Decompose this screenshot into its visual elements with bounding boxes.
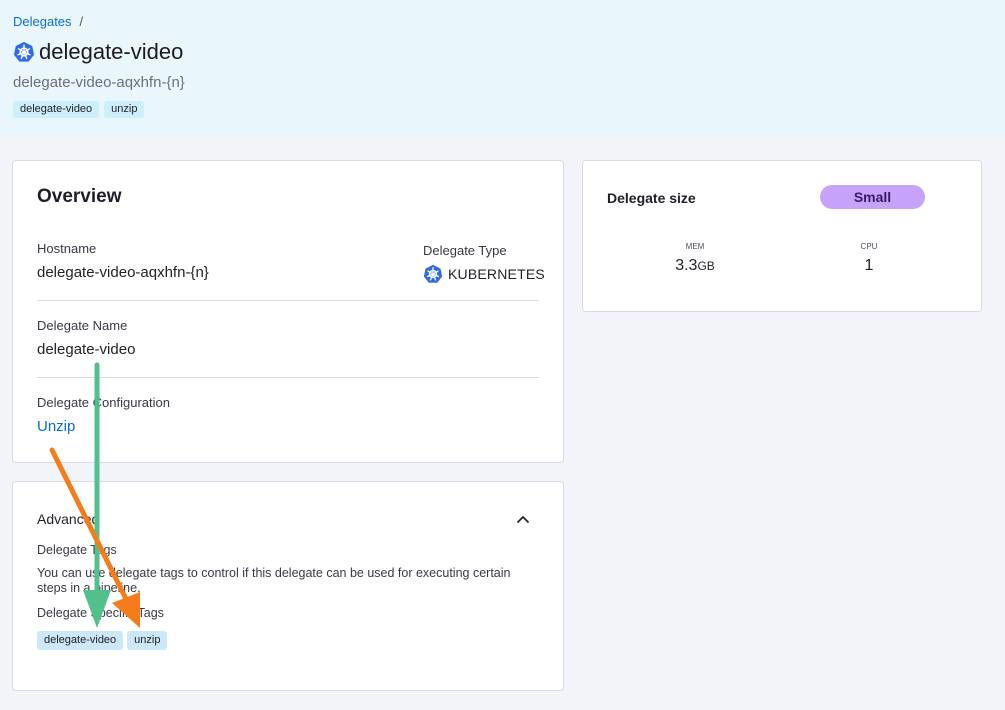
title-row: delegate-video — [13, 39, 183, 65]
header-tag: unzip — [104, 101, 145, 118]
advanced-card: Advanced Delegate Tags You can use deleg… — [12, 481, 564, 691]
kubernetes-icon — [13, 41, 35, 62]
divider — [37, 300, 539, 301]
delegate-tags-label: Delegate Tags — [37, 543, 117, 557]
header-tags: delegate-video unzip — [13, 101, 145, 118]
specific-tag: delegate-video — [37, 631, 124, 650]
delegate-type-text: KUBERNETES — [448, 266, 545, 282]
chevron-up-icon[interactable] — [515, 512, 531, 526]
delegate-size-title: Delegate size — [607, 190, 696, 206]
overview-card: Overview Hostname delegate-video-aqxhfn-… — [12, 160, 564, 463]
mem-number: 3.3 — [675, 257, 698, 274]
delegate-config-link[interactable]: Unzip — [37, 418, 75, 435]
page-subtitle: delegate-video-aqxhfn-{n} — [13, 74, 185, 91]
header-tag: delegate-video — [13, 101, 100, 118]
mem-label: MEM — [685, 242, 705, 251]
advanced-title[interactable]: Advanced — [37, 511, 99, 527]
delegate-size-card: Delegate size Small MEM 3.3GB CPU 1 — [582, 160, 982, 312]
delegate-type-label: Delegate Type — [423, 243, 507, 258]
cpu-label: CPU — [860, 242, 878, 251]
delegate-name-label: Delegate Name — [37, 318, 128, 333]
kubernetes-icon — [423, 264, 443, 283]
breadcrumb-delegates-link[interactable]: Delegates — [13, 14, 72, 29]
delegate-specific-tags: delegate-video unzip — [37, 631, 168, 650]
cpu-value: 1 — [864, 257, 874, 274]
delegate-specific-tags-label: Delegate Specific Tags — [37, 606, 164, 620]
mem-unit: GB — [697, 259, 715, 273]
mem-value: 3.3GB — [655, 257, 735, 275]
breadcrumb: Delegates / — [13, 14, 83, 29]
breadcrumb-separator: / — [79, 14, 84, 29]
specific-tag: unzip — [127, 631, 168, 650]
delegate-name-value: delegate-video — [37, 341, 136, 358]
overview-title: Overview — [37, 186, 122, 207]
delegate-type-value: KUBERNETES — [423, 264, 545, 284]
delegate-tags-description: You can use delegate tags to control if … — [37, 566, 511, 595]
page-title: delegate-video — [39, 39, 184, 64]
size-badge: Small — [820, 185, 925, 209]
delegate-config-label: Delegate Configuration — [37, 395, 170, 410]
hostname-value: delegate-video-aqxhfn-{n} — [37, 264, 209, 281]
page-header: Delegates / delegate-video delegate-video… — [0, 0, 1005, 136]
divider — [37, 377, 539, 378]
hostname-label: Hostname — [37, 241, 97, 256]
